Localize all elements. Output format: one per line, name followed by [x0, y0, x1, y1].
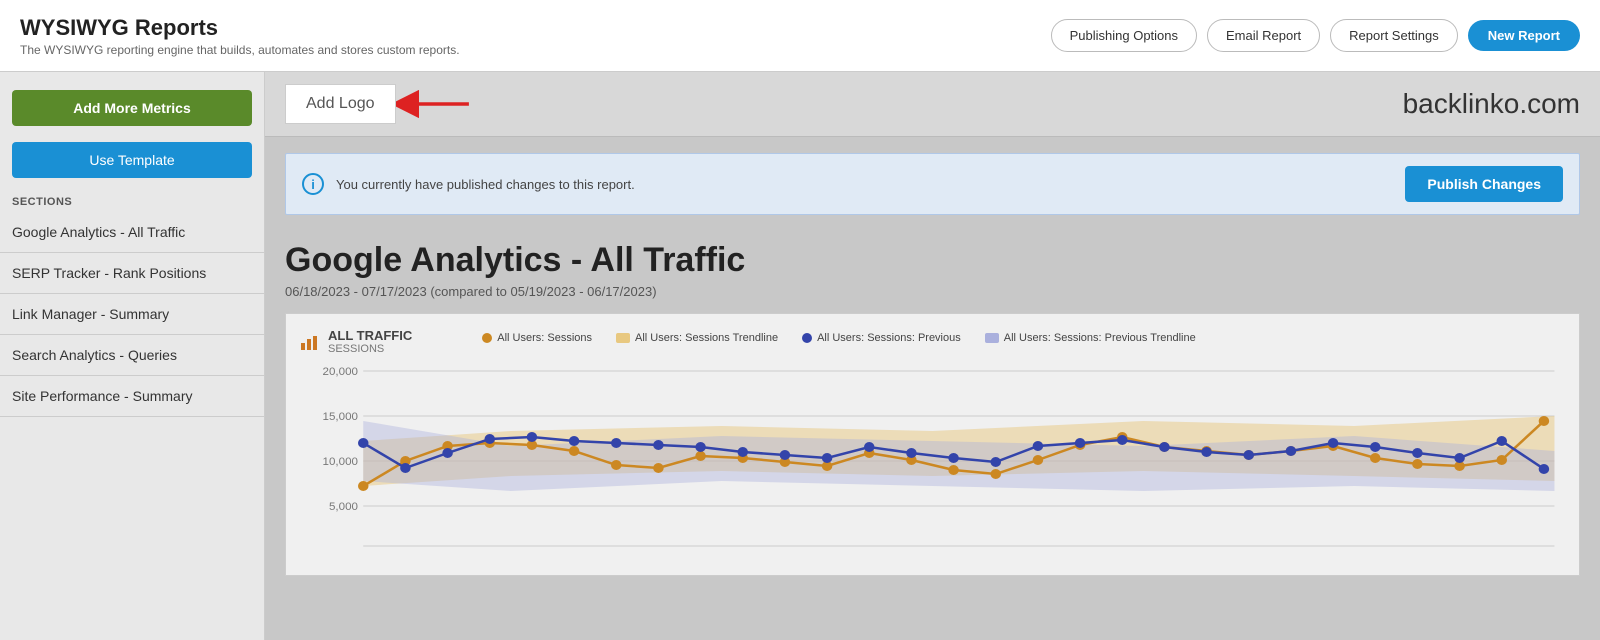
notification-text: You currently have published changes to … [336, 177, 635, 192]
use-template-button[interactable]: Use Template [12, 142, 252, 178]
legend-dot-purple [802, 333, 812, 343]
legend-box-purple [985, 333, 999, 343]
svg-text:5,000: 5,000 [329, 501, 358, 513]
arrow-icon [396, 89, 476, 119]
content-topbar: Add Logo backlinko.com [265, 72, 1600, 137]
legend-box-orange [616, 333, 630, 343]
legend-dot-orange [482, 333, 492, 343]
logo-area: Add Logo [285, 84, 476, 124]
app-title: WYSIWYG Reports [20, 15, 460, 41]
email-report-button[interactable]: Email Report [1207, 19, 1320, 52]
sidebar-item-label: Search Analytics - Queries [12, 347, 177, 363]
line-chart-svg: 20,000 15,000 10,000 5,000 [300, 361, 1565, 561]
legend-previous: All Users: Sessions: Previous [802, 332, 961, 344]
new-report-button[interactable]: New Report [1468, 20, 1580, 51]
sidebar-item-site-performance[interactable]: Site Performance - Summary [0, 376, 264, 417]
app-subtitle: The WYSIWYG reporting engine that builds… [20, 43, 460, 57]
publishing-options-button[interactable]: Publishing Options [1051, 19, 1197, 52]
date-range: 06/18/2023 - 07/17/2023 [285, 284, 427, 299]
add-more-metrics-button[interactable]: Add More Metrics [12, 90, 252, 126]
content-area: Add Logo backlinko.com i You currently h… [265, 72, 1600, 640]
report-section: Google Analytics - All Traffic 06/18/202… [265, 231, 1600, 576]
svg-text:15,000: 15,000 [323, 411, 358, 423]
sidebar-item-serp-tracker[interactable]: SERP Tracker - Rank Positions [0, 253, 264, 294]
main-layout: Add More Metrics Use Template SECTIONS G… [0, 72, 1600, 640]
report-dates: 06/18/2023 - 07/17/2023 (compared to 05/… [285, 284, 1580, 299]
chart-title: ALL TRAFFIC [328, 328, 412, 343]
chart-header: ALL TRAFFIC SESSIONS All Users: Sessions… [300, 328, 1565, 355]
header: WYSIWYG Reports The WYSIWYG reporting en… [0, 0, 1600, 72]
sidebar: Add More Metrics Use Template SECTIONS G… [0, 72, 265, 640]
info-icon: i [302, 173, 324, 195]
svg-text:20,000: 20,000 [323, 366, 358, 378]
all-traffic-chart-card: ALL TRAFFIC SESSIONS All Users: Sessions… [285, 313, 1580, 576]
compare-range: (compared to 05/19/2023 - 06/17/2023) [430, 284, 656, 299]
publish-changes-button[interactable]: Publish Changes [1405, 166, 1563, 202]
sections-label: SECTIONS [0, 186, 264, 212]
header-left: WYSIWYG Reports The WYSIWYG reporting en… [20, 15, 460, 57]
sidebar-item-label: SERP Tracker - Rank Positions [12, 265, 206, 281]
chart-title-wrapper: ALL TRAFFIC SESSIONS [328, 328, 412, 355]
legend-trendline: All Users: Sessions Trendline [616, 332, 778, 344]
sidebar-item-google-analytics[interactable]: Google Analytics - All Traffic [0, 212, 264, 253]
header-actions: Publishing Options Email Report Report S… [1051, 19, 1580, 52]
sidebar-item-link-manager[interactable]: Link Manager - Summary [0, 294, 264, 335]
chart-subtitle: SESSIONS [328, 343, 412, 355]
chart-legend: All Users: Sessions All Users: Sessions … [482, 332, 1195, 344]
svg-text:10,000: 10,000 [323, 456, 358, 468]
bar-chart-icon [300, 333, 318, 351]
sidebar-item-search-analytics[interactable]: Search Analytics - Queries [0, 335, 264, 376]
chart-svg-container: 20,000 15,000 10,000 5,000 [300, 361, 1565, 561]
add-logo-button[interactable]: Add Logo [285, 84, 396, 124]
sidebar-item-label: Link Manager - Summary [12, 306, 169, 322]
legend-label-previous: All Users: Sessions: Previous [817, 332, 961, 344]
legend-label-sessions: All Users: Sessions [497, 332, 592, 344]
notification-left: i You currently have published changes t… [302, 173, 635, 195]
sidebar-item-label: Google Analytics - All Traffic [12, 224, 185, 240]
legend-label-previous-trendline: All Users: Sessions: Previous Trendline [1004, 332, 1196, 344]
domain-name: backlinko.com [1403, 88, 1580, 120]
report-title: Google Analytics - All Traffic [285, 241, 1580, 280]
legend-label-trendline: All Users: Sessions Trendline [635, 332, 778, 344]
legend-previous-trendline: All Users: Sessions: Previous Trendline [985, 332, 1196, 344]
legend-sessions: All Users: Sessions [482, 332, 592, 344]
report-settings-button[interactable]: Report Settings [1330, 19, 1458, 52]
notification-bar: i You currently have published changes t… [285, 153, 1580, 215]
sidebar-item-label: Site Performance - Summary [12, 388, 193, 404]
